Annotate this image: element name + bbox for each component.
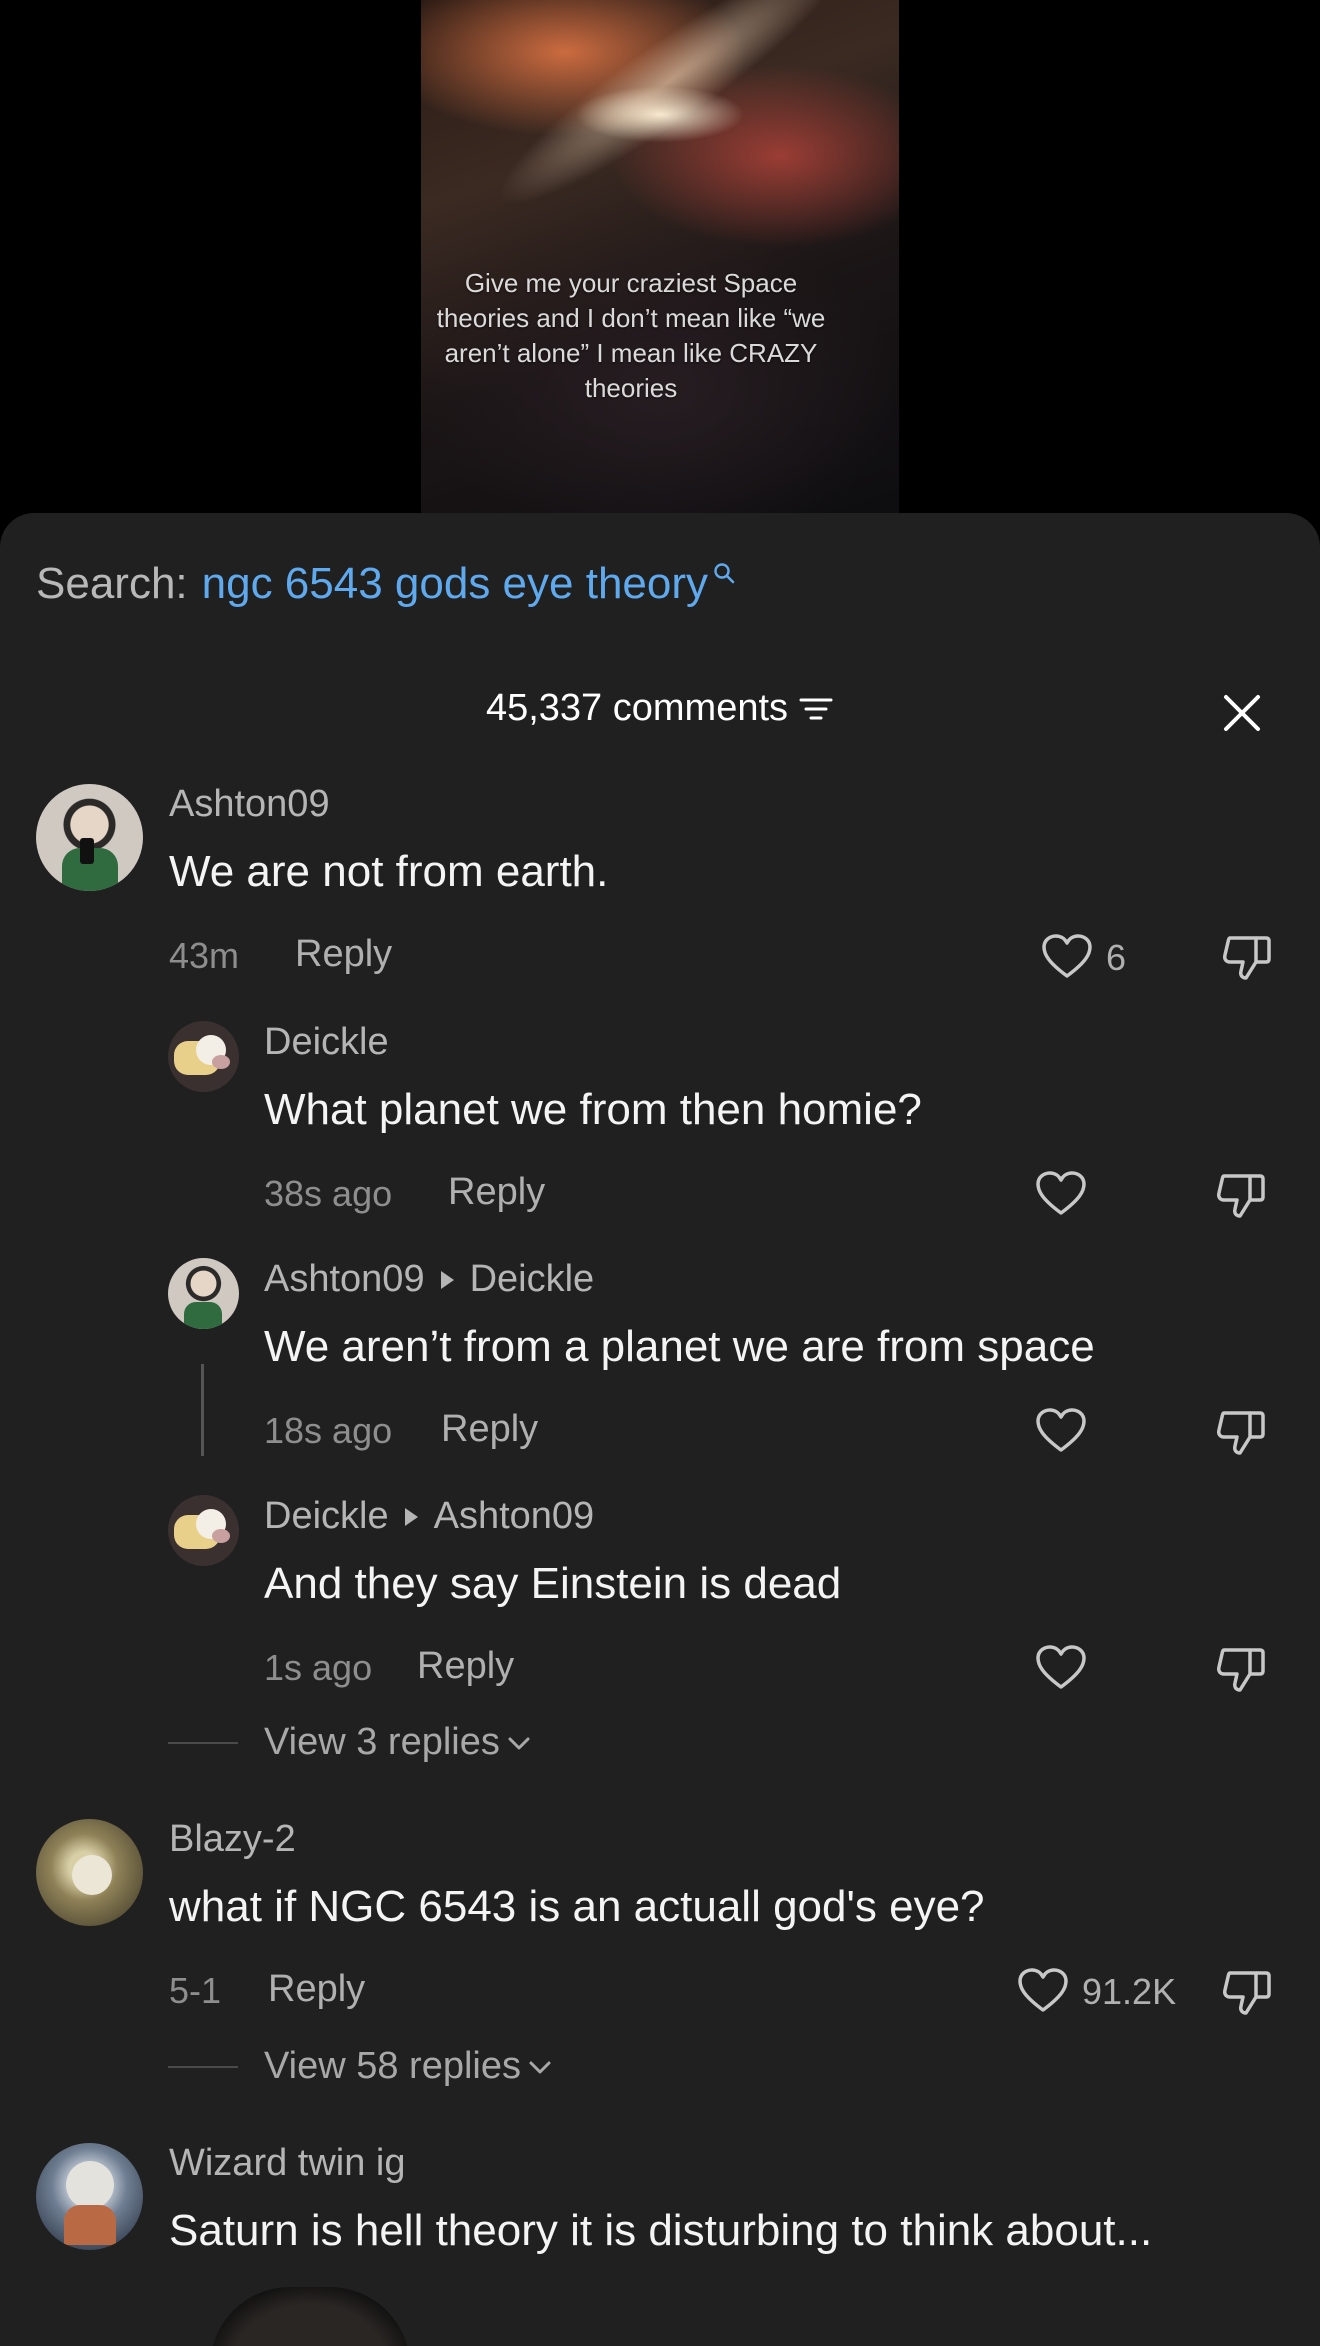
comment-count: 45,337 comments <box>485 687 789 729</box>
thread-line <box>201 1364 204 1456</box>
comment-username[interactable]: Blazy-2 <box>169 1818 296 1861</box>
reply-arrow-icon <box>440 1270 454 1289</box>
search-icon <box>714 563 735 584</box>
comment-username[interactable]: Ashton09 <box>169 783 330 826</box>
comment-time: 5-1 <box>169 1970 222 2011</box>
close-icon[interactable] <box>1222 693 1262 733</box>
reply-button[interactable]: Reply <box>295 933 392 976</box>
search-term-link[interactable]: ngc 6543 gods eye theory <box>202 559 708 609</box>
reply-button[interactable]: Reply <box>417 1645 514 1688</box>
avatar[interactable] <box>168 1258 239 1329</box>
search-label: Search: <box>36 559 188 608</box>
dislike-icon[interactable] <box>1220 932 1274 982</box>
avatar[interactable] <box>168 1021 239 1092</box>
chevron-down-icon <box>508 1737 530 1749</box>
comments-sheet: Search: ngc 6543 gods eye theory 45,337 … <box>0 513 1320 2346</box>
reply-to-user[interactable]: Ashton09 <box>434 1495 595 1538</box>
heart-icon[interactable] <box>1034 1169 1088 1219</box>
heart-icon[interactable] <box>1016 1966 1070 2016</box>
avatar[interactable] <box>168 1495 239 1566</box>
image-attachment[interactable] <box>210 2287 410 2346</box>
view-replies-label: View 3 replies <box>264 1721 500 1763</box>
filter-icon[interactable] <box>798 694 834 724</box>
chevron-down-icon <box>529 2061 551 2073</box>
view-replies-button[interactable]: View 3 replies <box>168 1721 532 1764</box>
comment-text: Saturn is hell theory it is disturbing t… <box>169 2206 1153 2255</box>
search-suggestion[interactable]: Search: ngc 6543 gods eye theory <box>36 559 736 609</box>
dislike-icon[interactable] <box>1220 1967 1274 2017</box>
reply-button[interactable]: Reply <box>268 1968 365 2011</box>
comment-time: 1s ago <box>264 1647 373 1688</box>
dislike-icon[interactable] <box>1214 1170 1268 1220</box>
heart-icon[interactable] <box>1034 1406 1088 1456</box>
reply-button[interactable]: Reply <box>448 1171 545 1214</box>
comment-text: What planet we from then homie? <box>264 1085 922 1134</box>
comments-header: 45,337 comments <box>0 673 1320 753</box>
view-replies-label: View 58 replies <box>264 2045 522 2087</box>
view-replies-button[interactable]: View 58 replies <box>168 2045 553 2088</box>
like-count: 91.2K <box>1082 1971 1177 2012</box>
comment-username[interactable]: Wizard twin ig <box>169 2142 406 2185</box>
dislike-icon[interactable] <box>1214 1407 1268 1457</box>
avatar[interactable] <box>36 1819 143 1926</box>
comment-text: And they say Einstein is dead <box>264 1559 842 1608</box>
heart-icon[interactable] <box>1034 1643 1088 1693</box>
comment-username[interactable]: Deickle Ashton09 <box>264 1495 594 1538</box>
reply-author[interactable]: Deickle <box>264 1495 389 1538</box>
reply-button[interactable]: Reply <box>441 1408 538 1451</box>
heart-icon[interactable] <box>1040 932 1094 982</box>
comment-text: what if NGC 6543 is an actuall god's eye… <box>169 1882 985 1931</box>
comment-username[interactable]: Deickle <box>264 1021 389 1064</box>
comment-time: 38s ago <box>264 1173 393 1214</box>
video-thumbnail <box>421 0 899 520</box>
video-player[interactable]: Give me your craziest Space theories and… <box>0 0 1320 520</box>
comment-text: We aren’t from a planet we are from spac… <box>264 1322 1095 1371</box>
avatar[interactable] <box>36 784 143 891</box>
divider <box>168 1741 238 1744</box>
dislike-icon[interactable] <box>1214 1644 1268 1694</box>
like-count: 6 <box>1106 937 1127 978</box>
comment-username[interactable]: Ashton09 Deickle <box>264 1258 594 1301</box>
video-caption: Give me your craziest Space theories and… <box>436 268 826 403</box>
reply-arrow-icon <box>404 1507 418 1526</box>
divider <box>168 2065 238 2068</box>
reply-author[interactable]: Ashton09 <box>264 1258 425 1301</box>
avatar[interactable] <box>36 2143 143 2250</box>
reply-to-user[interactable]: Deickle <box>470 1258 595 1301</box>
comment-time: 43m <box>169 935 240 976</box>
comment-time: 18s ago <box>264 1410 393 1451</box>
comment-text: We are not from earth. <box>169 847 609 896</box>
